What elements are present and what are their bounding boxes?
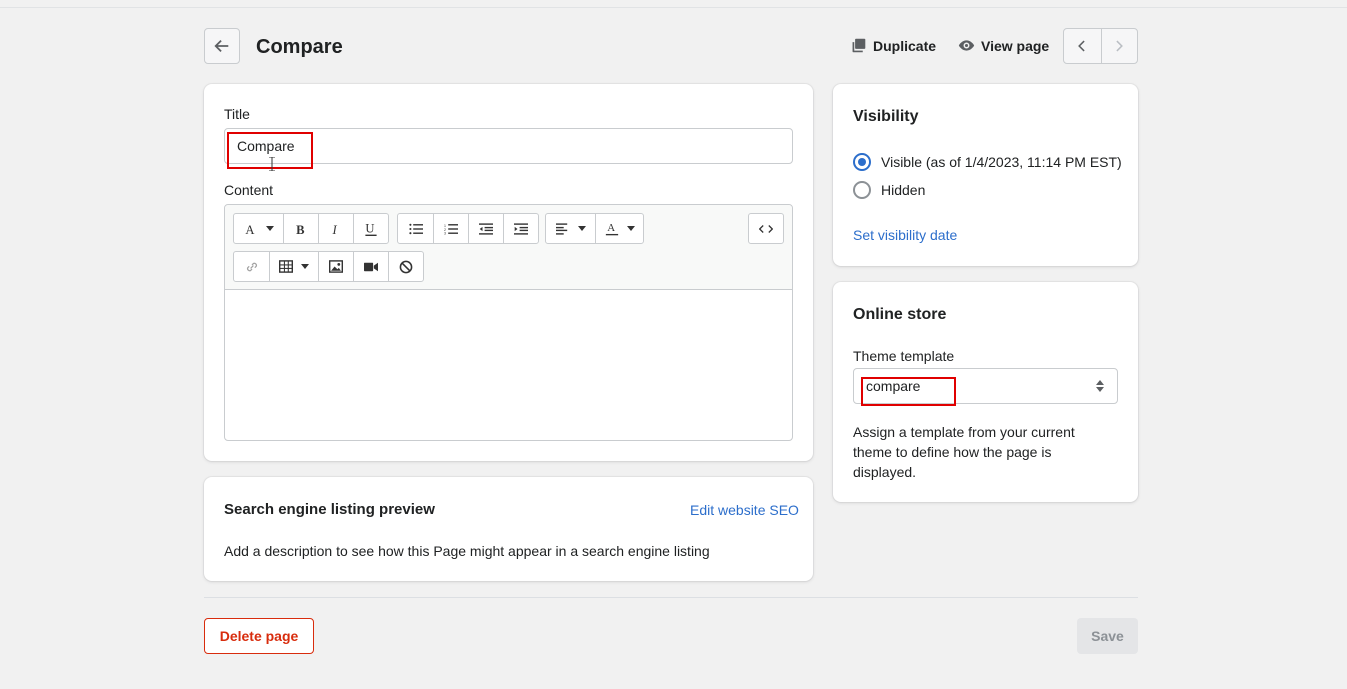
arrow-left-icon — [214, 39, 229, 53]
outdent-button[interactable] — [468, 214, 503, 243]
insert-table-dropdown[interactable] — [269, 252, 318, 281]
seo-description: Add a description to see how this Page m… — [224, 543, 710, 559]
outdent-icon — [479, 222, 493, 235]
view-page-button[interactable]: View page — [958, 37, 1049, 54]
top-divider — [0, 7, 1347, 8]
rich-text-editor: A B I U 123 A — [224, 204, 793, 441]
online-store-card: Online store Theme template compare Assi… — [833, 282, 1138, 502]
chevron-down-icon — [265, 226, 274, 231]
previous-page-button[interactable] — [1064, 29, 1101, 63]
svg-text:I: I — [332, 222, 338, 235]
visible-radio-option[interactable]: Visible (as of 1/4/2023, 11:14 PM EST) — [853, 153, 1122, 171]
show-html-button[interactable] — [749, 214, 783, 243]
footer-divider — [204, 597, 1138, 598]
duplicate-icon — [852, 38, 866, 53]
bold-icon: B — [296, 222, 305, 235]
visibility-card: Visibility Visible (as of 1/4/2023, 11:1… — [833, 84, 1138, 266]
text-style-group: A B I U — [233, 213, 389, 244]
svg-text:A: A — [607, 222, 615, 234]
indent-button[interactable] — [503, 214, 538, 243]
italic-icon: I — [332, 222, 338, 235]
font-icon: A — [245, 222, 254, 235]
select-arrows-icon — [1096, 380, 1104, 392]
title-input[interactable] — [224, 128, 793, 164]
image-icon — [329, 260, 343, 273]
italic-button[interactable]: I — [318, 214, 353, 243]
title-label: Title — [224, 106, 250, 122]
underline-button[interactable]: U — [353, 214, 388, 243]
bullet-list-icon — [408, 223, 423, 234]
bold-button[interactable]: B — [283, 214, 318, 243]
font-dropdown[interactable]: A — [234, 214, 283, 243]
back-button[interactable] — [204, 28, 240, 64]
duplicate-button[interactable]: Duplicate — [850, 37, 936, 54]
seo-heading: Search engine listing preview — [224, 501, 435, 518]
seo-card: Search engine listing preview Edit websi… — [204, 477, 813, 581]
delete-page-button[interactable]: Delete page — [204, 618, 314, 654]
hidden-radio[interactable] — [853, 181, 871, 199]
insert-image-button[interactable] — [318, 252, 353, 281]
bullet-list-button[interactable] — [398, 214, 433, 243]
svg-text:U: U — [365, 221, 374, 235]
theme-template-label: Theme template — [853, 348, 955, 364]
theme-template-select[interactable]: compare — [853, 368, 1118, 404]
page-details-card: Title Content A B I U — [204, 84, 813, 461]
eye-icon — [958, 40, 975, 51]
edit-seo-link[interactable]: Edit website SEO — [690, 502, 799, 518]
video-icon — [364, 262, 378, 271]
content-label: Content — [224, 182, 274, 198]
chevron-down-icon — [301, 264, 309, 269]
svg-text:3: 3 — [444, 231, 446, 234]
chevron-down-icon — [577, 226, 586, 231]
visibility-heading: Visibility — [853, 108, 919, 125]
code-group — [748, 213, 784, 244]
online-store-heading: Online store — [853, 306, 947, 323]
table-icon — [279, 260, 293, 273]
indent-icon — [514, 222, 528, 235]
hidden-radio-label: Hidden — [881, 182, 926, 198]
text-cursor-icon — [269, 157, 275, 171]
theme-template-value: compare — [866, 378, 921, 394]
hidden-radio-option[interactable]: Hidden — [853, 181, 925, 199]
link-icon — [246, 262, 257, 271]
numbered-list-button[interactable]: 123 — [433, 214, 468, 243]
alignment-color-group: A — [545, 213, 644, 244]
view-page-label: View page — [981, 37, 1050, 54]
insert-group — [233, 251, 424, 282]
theme-template-help: Assign a template from your current them… — [853, 424, 1075, 480]
editor-content-area[interactable] — [225, 290, 792, 440]
svg-text:1: 1 — [444, 223, 446, 227]
duplicate-label: Duplicate — [873, 37, 937, 54]
chevron-left-icon — [1078, 40, 1085, 52]
align-dropdown[interactable] — [546, 214, 595, 243]
editor-toolbar: A B I U 123 A — [225, 205, 792, 290]
clear-formatting-button[interactable] — [388, 252, 423, 281]
pagination — [1063, 28, 1138, 64]
text-color-icon: A — [605, 222, 618, 236]
chevron-down-icon — [626, 226, 635, 231]
svg-text:B: B — [296, 222, 305, 235]
chevron-right-icon — [1116, 40, 1124, 52]
numbered-list-icon: 123 — [444, 223, 458, 235]
text-color-dropdown[interactable]: A — [595, 214, 643, 243]
svg-text:A: A — [245, 222, 254, 235]
save-button[interactable]: Save — [1077, 618, 1138, 654]
page-title: Compare — [256, 36, 343, 58]
code-icon — [759, 224, 773, 233]
list-indent-group: 123 — [397, 213, 539, 244]
visible-radio[interactable] — [853, 153, 871, 171]
insert-link-button[interactable] — [234, 252, 269, 281]
clear-format-icon — [399, 260, 413, 273]
set-visibility-date-link[interactable]: Set visibility date — [853, 227, 957, 243]
next-page-button[interactable] — [1100, 29, 1138, 63]
underline-icon: U — [365, 221, 377, 236]
insert-video-button[interactable] — [353, 252, 388, 281]
visible-radio-label: Visible (as of 1/4/2023, 11:14 PM EST) — [881, 154, 1122, 170]
align-icon — [555, 222, 567, 235]
